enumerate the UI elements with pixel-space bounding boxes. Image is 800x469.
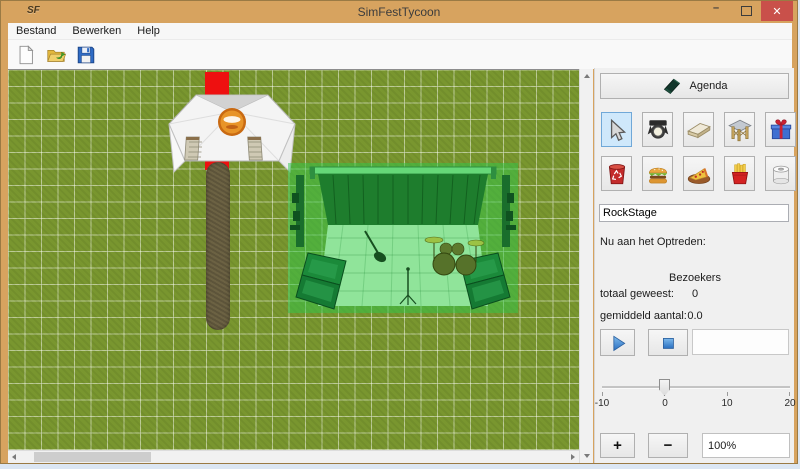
toilet-paper-icon <box>768 161 794 187</box>
zoom-out-button[interactable]: − <box>648 433 688 458</box>
tool-gift-button[interactable] <box>765 112 796 147</box>
pizza-icon <box>686 161 712 187</box>
scroll-down-icon[interactable] <box>584 454 590 458</box>
cursor-icon <box>604 117 630 143</box>
window-title: SimFestTycoon <box>1 5 797 19</box>
control-panel: Agenda <box>594 68 794 463</box>
stop-button[interactable] <box>648 329 688 356</box>
app-window: SF SimFestTycoon – ✕ Bestand Bewerken He… <box>0 0 798 464</box>
now-playing-label: Nu aan het Optreden: <box>600 236 706 248</box>
dirt-path[interactable] <box>206 162 230 330</box>
tool-toilet-paper-button[interactable] <box>765 156 796 191</box>
play-icon <box>608 333 628 353</box>
save-file-icon <box>75 44 97 66</box>
agenda-label: Agenda <box>690 80 728 92</box>
scroll-left-icon[interactable] <box>12 454 16 460</box>
new-file-button[interactable] <box>14 43 38 67</box>
tool-truss-gate-button[interactable] <box>724 112 755 147</box>
status-box[interactable] <box>692 329 789 355</box>
tool-trash-can-button[interactable] <box>601 156 632 191</box>
rock-stage-preview[interactable] <box>288 163 518 313</box>
scroll-up-icon[interactable] <box>584 74 590 78</box>
agenda-button[interactable]: Agenda <box>600 73 789 99</box>
slider-tick <box>727 392 728 396</box>
tool-stage-ramp-button[interactable] <box>683 112 714 147</box>
close-button[interactable]: ✕ <box>761 1 793 21</box>
gift-icon <box>768 117 794 143</box>
scroll-right-icon[interactable] <box>571 454 575 460</box>
slider-tick <box>789 392 790 396</box>
tool-spotlight-button[interactable] <box>642 112 673 147</box>
tool-fries-button[interactable] <box>724 156 755 191</box>
open-file-button[interactable] <box>44 43 68 67</box>
speed-slider-thumb[interactable] <box>659 379 670 396</box>
spotlight-icon <box>645 117 671 143</box>
tool-select-button[interactable] <box>601 112 632 147</box>
new-file-icon <box>15 44 37 66</box>
speed-slider-track[interactable] <box>602 386 790 389</box>
slider-label-twenty: 20 <box>775 398 800 409</box>
play-button[interactable] <box>600 329 635 356</box>
slider-label-zero: 0 <box>650 398 680 409</box>
horizontal-scroll-thumb[interactable] <box>34 452 151 462</box>
festival-map-canvas[interactable] <box>8 69 579 450</box>
hamburger-icon <box>645 161 671 187</box>
title-bar[interactable]: SF SimFestTycoon – ✕ <box>1 1 797 23</box>
fries-icon <box>727 161 753 187</box>
trash-can-icon <box>604 161 630 187</box>
save-file-button[interactable] <box>74 43 98 67</box>
menu-bewerken[interactable]: Bewerken <box>64 25 129 37</box>
stage-name-input[interactable] <box>599 204 789 222</box>
zoom-level-field[interactable]: 100% <box>702 433 790 458</box>
stage-curtain <box>318 174 488 225</box>
truss-gate-icon <box>727 117 753 143</box>
tent-logo <box>218 108 246 136</box>
entrance-tent[interactable] <box>166 84 298 174</box>
menu-help[interactable]: Help <box>129 25 168 37</box>
toolbar <box>8 40 792 69</box>
visitors-header: Bezoekers <box>635 272 755 284</box>
tent-ladder-right <box>248 137 263 160</box>
open-file-icon <box>45 44 67 66</box>
tool-hamburger-button[interactable] <box>642 156 673 191</box>
maximize-button[interactable] <box>731 1 761 21</box>
total-visitors-value: 0 <box>635 288 755 300</box>
menu-bestand[interactable]: Bestand <box>8 25 64 37</box>
slider-label-min: -10 <box>587 398 617 409</box>
maximize-icon <box>741 6 752 16</box>
zoom-in-button[interactable]: + <box>600 433 635 458</box>
stage-ramp-icon <box>686 117 712 143</box>
agenda-icon <box>662 76 682 96</box>
horizontal-scrollbar[interactable] <box>8 450 579 463</box>
slider-tick <box>602 392 603 396</box>
stop-icon <box>658 333 678 353</box>
tool-pizza-button[interactable] <box>683 156 714 191</box>
menu-bar: Bestand Bewerken Help <box>8 23 792 40</box>
minimize-button[interactable]: – <box>701 1 731 21</box>
avg-visitors-value: 0.0 <box>635 310 755 322</box>
slider-label-ten: 10 <box>712 398 742 409</box>
